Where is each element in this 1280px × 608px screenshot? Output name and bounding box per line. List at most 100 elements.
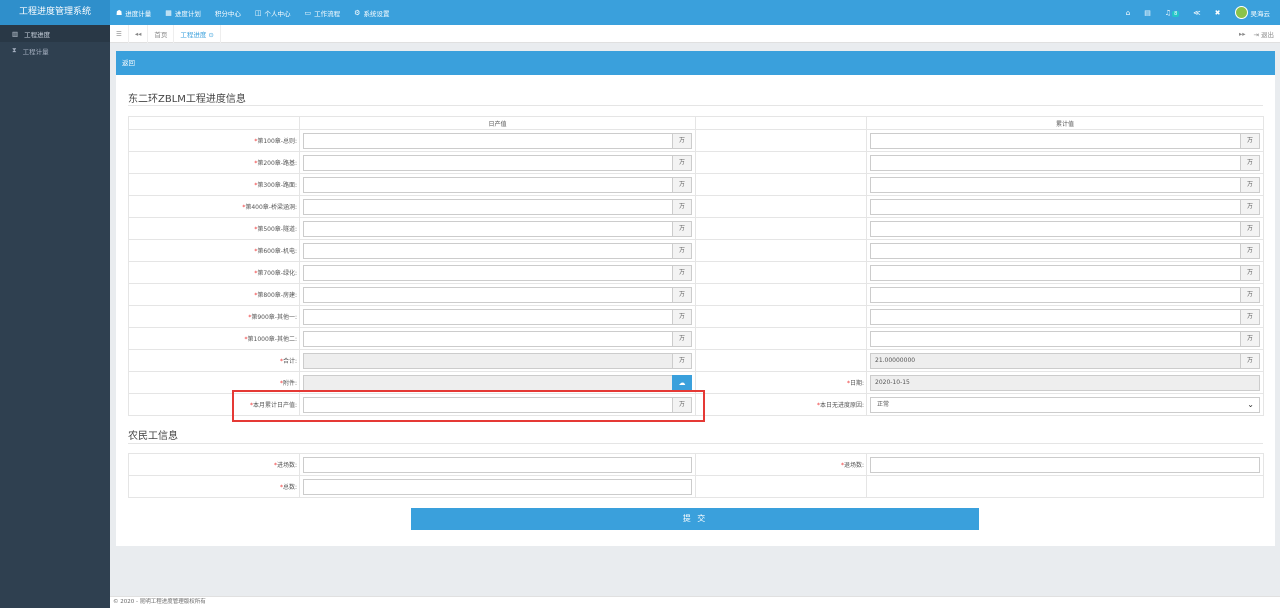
empty-cell — [866, 475, 1264, 498]
topnav-item[interactable]: ☗ 进度计量 — [116, 8, 151, 18]
unit-addon: 万 — [672, 242, 692, 259]
sidebar-item-label: 工程计量 — [22, 47, 49, 56]
enter-count-input[interactable] — [303, 456, 692, 473]
daily-value-input[interactable] — [303, 308, 672, 325]
reason-select[interactable]: 正常 ⌄ — [870, 396, 1260, 413]
divider — [128, 443, 1263, 444]
daily-value-input[interactable] — [303, 154, 672, 171]
menu-toggle-icon[interactable]: ☰ — [110, 24, 129, 43]
exit-count-input[interactable] — [870, 456, 1260, 473]
daily-value-input[interactable] — [303, 264, 672, 281]
total-value-input[interactable] — [870, 132, 1240, 149]
person-icon: ◫ — [254, 8, 262, 17]
total-value-input[interactable] — [870, 242, 1240, 259]
sum-daily-input — [303, 352, 672, 369]
total-value-input[interactable] — [870, 308, 1240, 325]
user-menu[interactable]: 吴海云 — [1234, 6, 1270, 19]
sum-total-cell: 21.00000000 万 — [866, 349, 1264, 372]
attachment-input[interactable] — [303, 374, 672, 391]
sidebar-item[interactable]: ⧗ 工程计量 — [0, 42, 110, 59]
sidebar-item-label: 工程进度 — [24, 30, 51, 39]
empty-cell — [695, 151, 867, 174]
daily-value-input[interactable] — [303, 176, 672, 193]
daily-value-input[interactable] — [303, 330, 672, 347]
unit-addon: 万 — [672, 198, 692, 215]
home-icon[interactable]: ⌂ — [1126, 9, 1130, 17]
total-value-input[interactable] — [870, 286, 1240, 303]
daily-value-input[interactable] — [303, 198, 672, 215]
total-value-input[interactable] — [870, 330, 1240, 347]
empty-cell — [695, 217, 867, 240]
date-label: 日期: — [849, 380, 864, 387]
sidebar-item[interactable]: ▥ 工程进度 — [0, 25, 110, 42]
daily-value-input[interactable] — [303, 220, 672, 237]
daily-value-input[interactable] — [303, 242, 672, 259]
row-label: *合计: — [128, 349, 300, 372]
row-label: *第100章-总则: — [128, 129, 300, 152]
notification-badge: 8 — [1172, 10, 1180, 17]
total-cell: 万 — [866, 327, 1264, 350]
logout-button[interactable]: ⇥ 退出 — [1253, 29, 1274, 39]
submit-button[interactable]: 提 交 — [411, 508, 979, 530]
daily-cell: 万 — [299, 239, 696, 262]
topnav-item[interactable]: ▦ 进度计划 — [165, 8, 201, 18]
total-value-input[interactable] — [870, 154, 1240, 171]
document-icon[interactable]: ▤ — [1144, 9, 1151, 17]
table-row: *第300章-路面: 万 万 — [128, 173, 1264, 196]
empty-cell — [695, 195, 867, 218]
unit-addon: 万 — [672, 352, 692, 369]
row-label: *第400章-桥梁涵洞: — [128, 195, 300, 218]
main-panel: 返回 东二环ZBLM工程进度信息 日产值 累计值 *第100章-总则: 万万 *第2… — [116, 51, 1275, 546]
daily-cell: 万 — [299, 305, 696, 328]
daily-value-input[interactable] — [303, 286, 672, 303]
row-label-text: 第100章-总则: — [257, 138, 297, 145]
empty-cell — [695, 261, 867, 284]
exit-label: 退场数: — [843, 462, 864, 469]
daily-value-input[interactable] — [303, 132, 672, 149]
unit-addon: 万 — [1240, 352, 1260, 369]
tab-current[interactable]: 工程进度 ⊙ — [174, 24, 221, 43]
unit-addon: 万 — [1240, 154, 1260, 171]
total-cell: 万 — [866, 305, 1264, 328]
topnav-label: 个人中心 — [264, 9, 291, 18]
sum-total-input: 21.00000000 — [870, 352, 1240, 369]
tab-scroll-left-icon[interactable]: ◂◂ — [129, 24, 149, 43]
back-button[interactable]: 返回 — [116, 51, 1275, 75]
tab-scroll-right-icon[interactable]: ▸▸ — [1239, 30, 1246, 38]
upload-cloud-icon[interactable]: ☁ — [672, 374, 692, 391]
table-row: *第800章-房建: 万 万 — [128, 283, 1264, 306]
row-label-text: 第800章-房建: — [257, 292, 297, 299]
month-total-input[interactable] — [303, 396, 672, 413]
row-label-text: 第200章-路基: — [257, 160, 297, 167]
total-value-input[interactable] — [870, 198, 1240, 215]
topnav-label: 工作流程 — [314, 9, 341, 18]
fullscreen-icon[interactable]: ✖ — [1215, 9, 1221, 17]
total-value-input[interactable] — [870, 220, 1240, 237]
tab-home[interactable]: 首页 — [148, 24, 175, 43]
topnav-item[interactable]: ⚙ 系统设置 — [354, 8, 389, 18]
row-label: *第300章-路面: — [128, 173, 300, 196]
row-label-text: 第1000章-其他二: — [247, 336, 297, 343]
row-label-text: 第400章-桥梁涵洞: — [245, 204, 297, 211]
daily-cell: 万 — [299, 327, 696, 350]
total-count-input[interactable] — [303, 478, 692, 495]
sidebar: ▥ 工程进度 ⧗ 工程计量 — [0, 25, 110, 608]
row-label: *日期: — [695, 371, 867, 394]
share-icon[interactable]: ≪ — [1193, 9, 1200, 17]
total-value-input[interactable] — [870, 176, 1240, 193]
bell-icon[interactable]: ♫ 8 — [1165, 9, 1180, 17]
topnav-item[interactable]: ▭ 工作流程 — [305, 8, 341, 18]
unit-addon: 万 — [1240, 198, 1260, 215]
total-cell: 万 — [866, 217, 1264, 240]
daily-cell: 万 — [299, 261, 696, 284]
bars-icon: ▥ — [12, 29, 19, 38]
month-label: 本月累计日产值: — [252, 402, 297, 409]
row-label: *附件: — [128, 371, 300, 394]
header-empty — [695, 116, 867, 130]
row-label: *第200章-路基: — [128, 151, 300, 174]
table-row-attach: *附件: ☁ *日期: 2020-10-15 — [128, 371, 1264, 394]
empty-cell — [695, 349, 867, 372]
total-value-input[interactable] — [870, 264, 1240, 281]
topnav-item[interactable]: 积分中心 — [215, 8, 241, 18]
topnav-item[interactable]: ◫ 个人中心 — [255, 8, 291, 18]
